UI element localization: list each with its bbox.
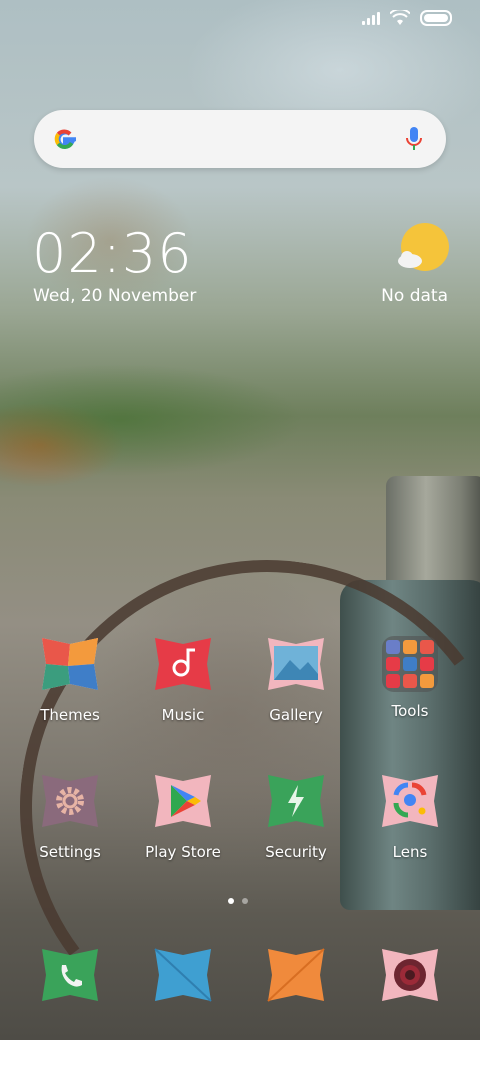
clock-date[interactable]: Wed, 20 November [33,286,196,306]
app-label: Play Store [145,843,221,861]
play-store-icon [155,775,211,827]
gallery-icon [268,638,324,690]
dock-camera[interactable] [360,947,460,1007]
app-settings[interactable]: Settings [20,773,120,861]
app-gallery[interactable]: Gallery [246,636,346,724]
tools-folder-icon [382,636,438,692]
app-label: Settings [39,843,101,861]
app-lens[interactable]: Lens [360,773,460,861]
app-label: Music [161,706,205,724]
app-music[interactable]: Music [133,636,233,724]
camera-icon [382,949,438,1001]
browser-icon [267,948,325,1002]
page-dot-active [228,898,234,904]
dock-browser[interactable] [246,947,346,1007]
settings-icon [42,775,98,827]
app-label: Gallery [269,706,323,724]
themes-icon [42,638,98,690]
wifi-icon [390,10,410,25]
app-tools-folder[interactable]: Tools [360,636,460,720]
lens-icon [382,775,438,827]
weather-partly-cloudy-icon[interactable] [396,222,450,276]
weather-status[interactable]: No data [381,286,448,306]
status-bar [362,10,452,26]
clock-time[interactable]: 02:36 [32,222,193,285]
battery-icon [420,10,452,26]
security-icon [268,775,324,827]
messages-icon [154,948,212,1002]
app-label: Tools [391,702,429,720]
dock-messages[interactable] [133,947,233,1007]
google-logo [54,129,76,149]
page-dot [242,898,248,904]
google-search-bar[interactable] [34,110,446,168]
page-indicator [228,898,248,904]
phone-icon [42,949,98,1001]
app-label: Lens [392,843,428,861]
dock-phone[interactable] [20,947,120,1007]
app-play-store[interactable]: Play Store [133,773,233,861]
music-icon [155,638,211,690]
wallpaper-can-top [386,476,480,596]
mic-icon[interactable] [404,124,424,154]
app-label: Security [265,843,327,861]
app-security[interactable]: Security [246,773,346,861]
app-themes[interactable]: Themes [20,636,120,724]
app-label: Themes [40,706,100,724]
signal-icon [362,11,380,25]
